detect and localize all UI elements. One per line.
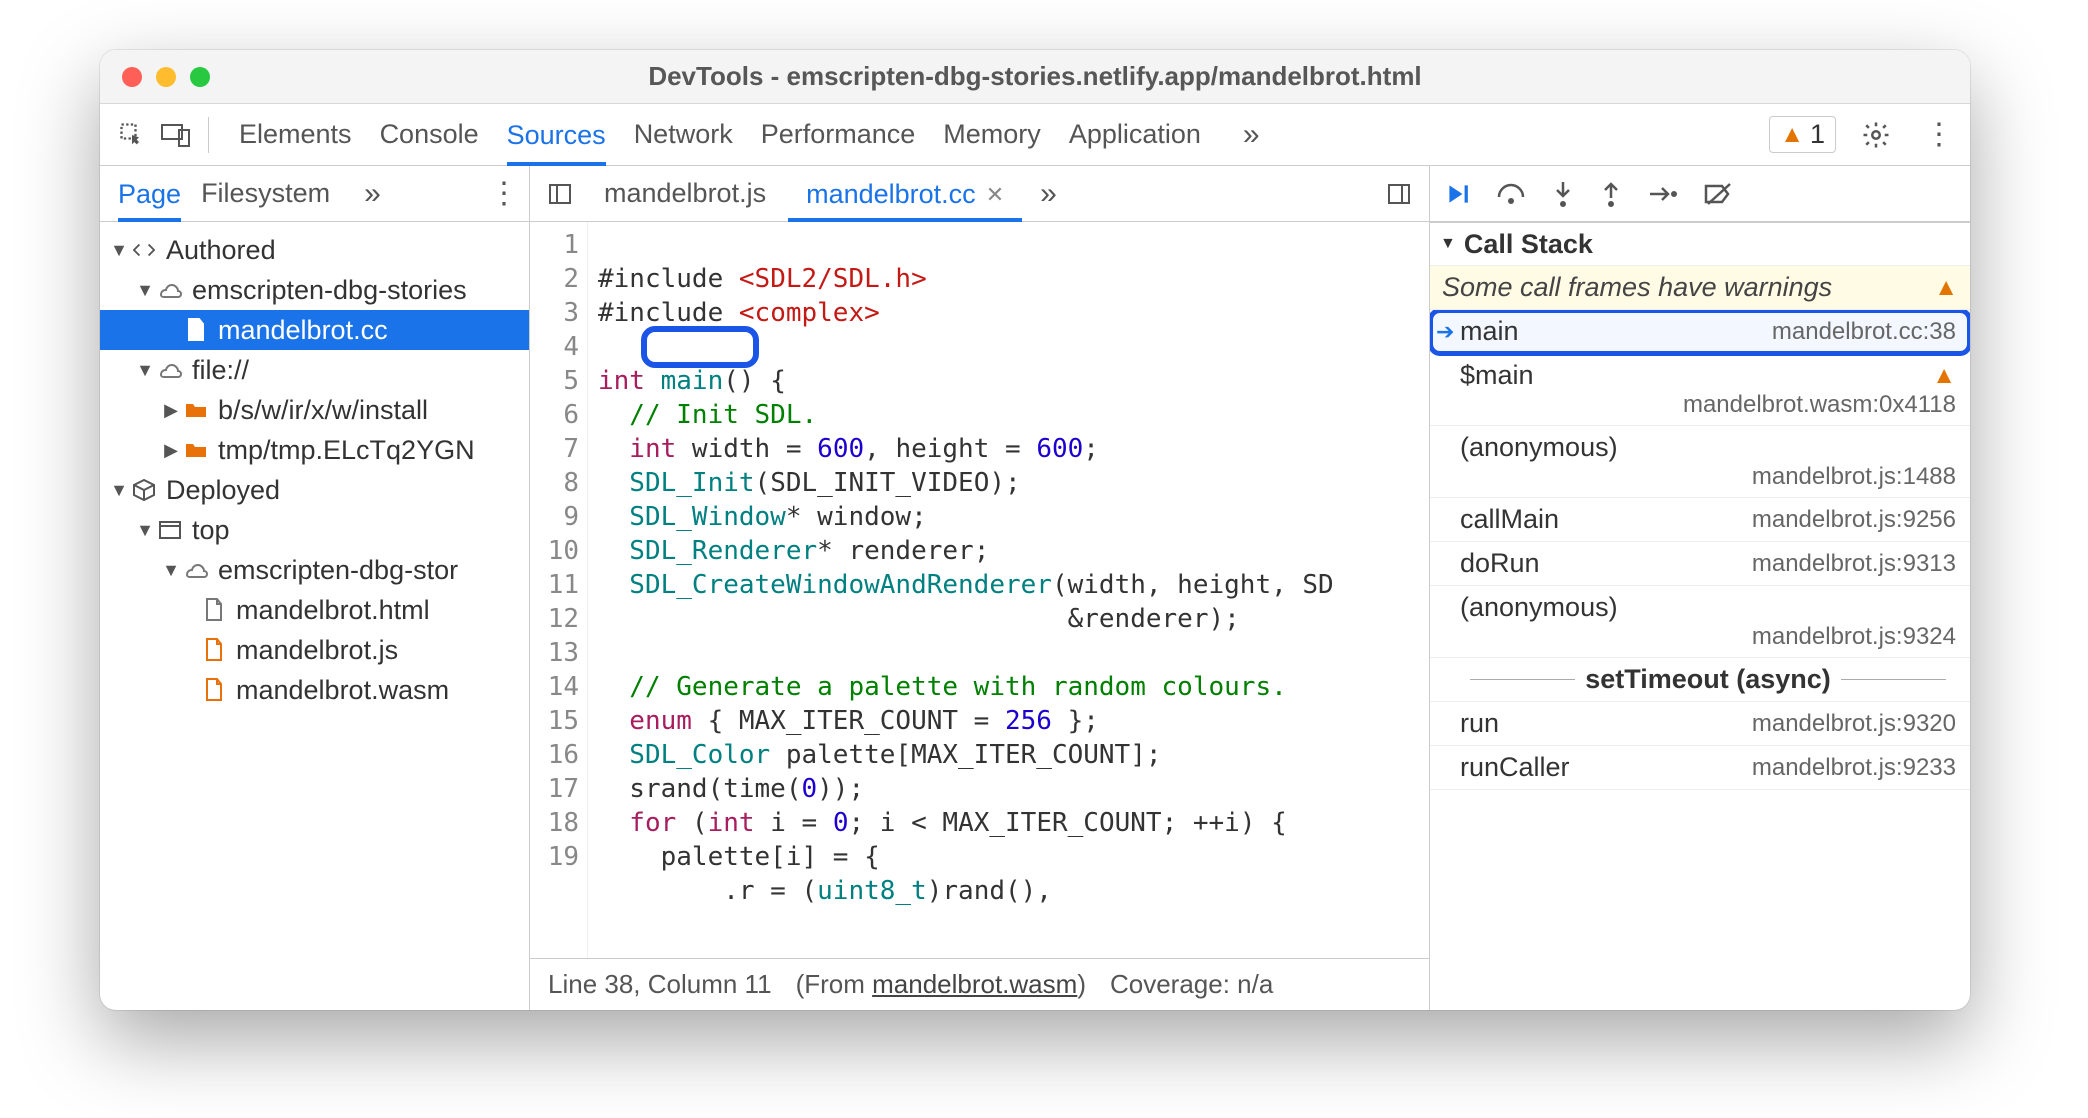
frame-anon-1[interactable]: (anonymous)mandelbrot.js:1488 [1430, 426, 1970, 498]
tree-file-mandelbrot-cc[interactable]: mandelbrot.cc [100, 310, 529, 350]
debugger-panel: ▼Call Stack Some call frames have warnin… [1430, 166, 1970, 1010]
tree-site[interactable]: ▼emscripten-dbg-stories [100, 270, 529, 310]
tab-elements[interactable]: Elements [239, 104, 352, 165]
devtools-window: DevTools - emscripten-dbg-stories.netlif… [100, 50, 1970, 1010]
tree-deployed[interactable]: ▼Deployed [100, 470, 529, 510]
editor-tab-mandelbrot-cc[interactable]: mandelbrot.cc✕ [788, 167, 1022, 222]
call-stack-warning: Some call frames have warnings▲ [1430, 266, 1970, 310]
highlight-main [641, 326, 759, 368]
tree-top[interactable]: ▼top [100, 510, 529, 550]
step-out-icon[interactable] [1600, 180, 1622, 208]
tree-file-mandelbrot-html[interactable]: mandelbrot.html [100, 590, 529, 630]
tree-folder-1[interactable]: ▶b/s/w/ir/x/w/install [100, 390, 529, 430]
tree-file-mandelbrot-js[interactable]: mandelbrot.js [100, 630, 529, 670]
kebab-menu-icon[interactable]: ⋮ [1916, 113, 1960, 157]
nav-tab-page[interactable]: Page [118, 167, 181, 222]
warning-icon: ▲ [1932, 362, 1956, 390]
tab-console[interactable]: Console [380, 104, 479, 165]
device-toggle-icon[interactable] [154, 113, 198, 157]
window-title: DevTools - emscripten-dbg-stories.netlif… [100, 61, 1970, 92]
frame-runcaller[interactable]: runCallermandelbrot.js:9233 [1430, 746, 1970, 790]
deactivate-breakpoints-icon[interactable] [1704, 182, 1734, 206]
resume-icon[interactable] [1444, 181, 1470, 207]
call-stack: ➔mainmandelbrot.cc:38 $main▲mandelbrot.w… [1430, 310, 1970, 1010]
frame-dorun[interactable]: doRunmandelbrot.js:9313 [1430, 542, 1970, 586]
main-toolbar: Elements Console Sources Network Perform… [100, 104, 1970, 166]
source-from: (From mandelbrot.wasm) [796, 969, 1086, 1000]
nav-more-tabs-icon[interactable]: » [364, 177, 381, 211]
current-frame-arrow-icon: ➔ [1436, 319, 1454, 345]
toggle-navigator-icon[interactable] [538, 172, 582, 216]
editor-tab-mandelbrot-js[interactable]: mandelbrot.js [586, 166, 784, 221]
call-stack-header[interactable]: ▼Call Stack [1430, 222, 1970, 266]
step-over-icon[interactable] [1496, 181, 1526, 207]
tab-performance[interactable]: Performance [761, 104, 916, 165]
close-button[interactable] [122, 67, 142, 87]
tree-file-mandelbrot-wasm[interactable]: mandelbrot.wasm [100, 670, 529, 710]
editor-panel: mandelbrot.js mandelbrot.cc✕ » 123456789… [530, 166, 1430, 1010]
settings-icon[interactable] [1854, 113, 1898, 157]
line-gutter: 12345678910111213141516171819 [530, 222, 588, 958]
inspect-element-icon[interactable] [110, 113, 154, 157]
step-into-icon[interactable] [1552, 180, 1574, 208]
tree-site-2[interactable]: ▼emscripten-dbg-stor [100, 550, 529, 590]
frame-async-settimeout: setTimeout (async) [1430, 658, 1970, 702]
toggle-debugger-icon[interactable] [1377, 172, 1421, 216]
frame-run[interactable]: runmandelbrot.js:9320 [1430, 702, 1970, 746]
tab-network[interactable]: Network [634, 104, 733, 165]
frame-dollar-main[interactable]: $main▲mandelbrot.wasm:0x4118 [1430, 354, 1970, 426]
zoom-button[interactable] [190, 67, 210, 87]
titlebar: DevTools - emscripten-dbg-stories.netlif… [100, 50, 1970, 104]
tree-folder-2[interactable]: ▶tmp/tmp.ELcTq2YGN [100, 430, 529, 470]
tab-memory[interactable]: Memory [943, 104, 1041, 165]
file-tree: ▼Authored ▼emscripten-dbg-stories mandel… [100, 222, 529, 1010]
editor-more-tabs-icon[interactable]: » [1040, 177, 1057, 211]
frame-callmain[interactable]: callMainmandelbrot.js:9256 [1430, 498, 1970, 542]
warning-icon: ▲ [1780, 121, 1804, 149]
tab-application[interactable]: Application [1069, 104, 1201, 165]
close-tab-icon[interactable]: ✕ [986, 182, 1004, 208]
navigator-panel: Page Filesystem » ⋮ ▼Authored ▼emscripte… [100, 166, 530, 1010]
minimize-button[interactable] [156, 67, 176, 87]
warnings-badge[interactable]: ▲ 1 [1769, 116, 1836, 153]
frame-main[interactable]: ➔mainmandelbrot.cc:38 [1430, 310, 1970, 354]
coverage-status: Coverage: n/a [1110, 969, 1273, 1000]
tree-authored[interactable]: ▼Authored [100, 230, 529, 270]
tab-sources[interactable]: Sources [507, 105, 606, 166]
more-tabs-icon[interactable]: » [1243, 118, 1260, 152]
frame-anon-2[interactable]: (anonymous)mandelbrot.js:9324 [1430, 586, 1970, 658]
warning-icon: ▲ [1934, 274, 1958, 302]
nav-kebab-icon[interactable]: ⋮ [489, 176, 519, 211]
cursor-position: Line 38, Column 11 [548, 969, 772, 1000]
editor-status-bar: Line 38, Column 11 (From mandelbrot.wasm… [530, 958, 1429, 1010]
code-editor[interactable]: 12345678910111213141516171819 #include <… [530, 222, 1429, 958]
tree-file-scheme[interactable]: ▼file:// [100, 350, 529, 390]
panel-tabs: Elements Console Sources Network Perform… [239, 104, 1260, 165]
nav-tab-filesystem[interactable]: Filesystem [201, 166, 330, 221]
step-icon[interactable] [1648, 183, 1678, 205]
